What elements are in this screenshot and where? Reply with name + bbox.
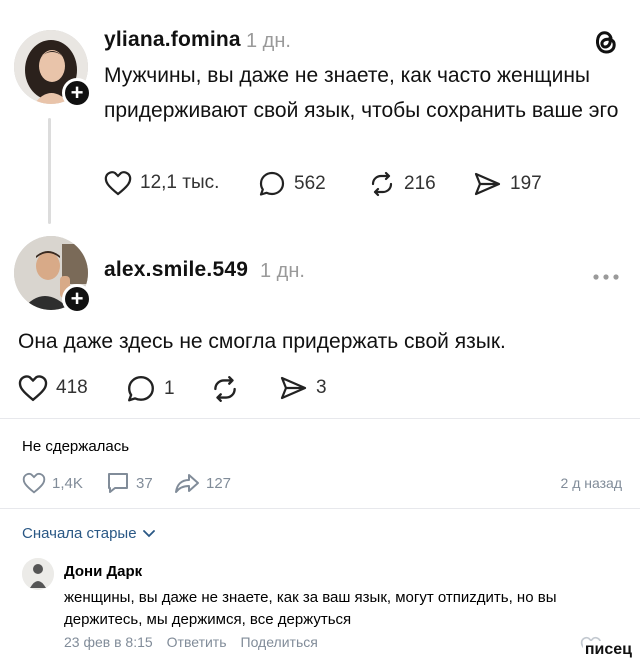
send-icon: [474, 172, 501, 196]
post2-time: 1 дн.: [260, 260, 305, 282]
follow-plus-button[interactable]: +: [62, 78, 92, 108]
heart-icon: [18, 375, 48, 402]
watermark: писец: [582, 641, 634, 659]
repost-icon: [214, 376, 236, 402]
repost-icon: [371, 171, 393, 197]
follow-plus-button-2[interactable]: +: [62, 284, 92, 314]
comment-icon: [259, 171, 285, 196]
chevron-down-icon: [142, 529, 155, 537]
post2-comment-count: 1: [164, 378, 175, 399]
more-dots-icon[interactable]: [592, 268, 620, 286]
post1-comment-button[interactable]: 562: [258, 170, 326, 198]
vk-like-button[interactable]: 1,4K: [22, 472, 83, 494]
comment-text: женщины, вы даже не знаете, как за ваш я…: [64, 589, 557, 628]
post1-repost-button[interactable]: 216: [368, 170, 436, 198]
post2-share-button[interactable]: 3: [278, 374, 327, 402]
section-divider-2: [0, 508, 640, 509]
sort-dropdown[interactable]: Сначала старые: [22, 525, 155, 542]
vk-post-caption: Не сдержалась: [22, 438, 130, 455]
post2-comment-button[interactable]: 1: [126, 374, 175, 404]
comment-date: 23 фев в 8:15: [64, 634, 153, 650]
vk-share-count: 127: [206, 474, 232, 492]
sort-label: Сначала старые: [22, 525, 137, 542]
vk-comment-count: 37: [136, 474, 153, 492]
comment-avatar[interactable]: [22, 558, 54, 590]
share-link[interactable]: Поделиться: [241, 634, 318, 650]
post1-username[interactable]: yliana.fomina: [104, 28, 241, 52]
vk-comment-button[interactable]: 37: [106, 472, 153, 494]
section-divider: [0, 418, 640, 419]
post2-like-count: 418: [56, 377, 88, 398]
post1-like-count: 12,1 тыс.: [140, 172, 220, 193]
post1-time: 1 дн.: [246, 30, 291, 52]
vk-like-count: 1,4K: [52, 474, 83, 492]
post1-like-button[interactable]: 12,1 тыс.: [104, 170, 219, 196]
vk-post-date: 2 д назад: [560, 475, 622, 491]
post2-like-button[interactable]: 418: [18, 374, 88, 402]
heart-icon: [22, 472, 46, 494]
share-arrow-icon: [175, 474, 199, 493]
thread-line: [48, 118, 51, 224]
post2-repost-button[interactable]: [210, 374, 240, 404]
post1-text: Мужчины, вы даже не знаете, как часто же…: [104, 64, 619, 122]
vk-share-button[interactable]: 127: [174, 472, 231, 494]
post1-repost-count: 216: [404, 173, 436, 194]
post2-share-count: 3: [316, 377, 327, 398]
comment-meta: 23 фев в 8:15 Ответить Поделиться: [64, 634, 318, 650]
reply-link[interactable]: Ответить: [167, 634, 227, 650]
post1-comment-count: 562: [294, 173, 326, 194]
send-icon: [280, 376, 307, 400]
heart-icon: [104, 171, 132, 196]
post2-username[interactable]: alex.smile.549: [104, 258, 248, 282]
comment-author[interactable]: Дони Дарк: [64, 563, 142, 580]
comment-icon: [128, 376, 154, 402]
threads-logo-icon[interactable]: [592, 27, 618, 60]
post1-share-button[interactable]: 197: [472, 170, 542, 198]
post2-text: Она даже здесь не смогла придержать свой…: [18, 330, 506, 353]
comment-icon: [108, 473, 128, 493]
post1-share-count: 197: [510, 173, 542, 194]
